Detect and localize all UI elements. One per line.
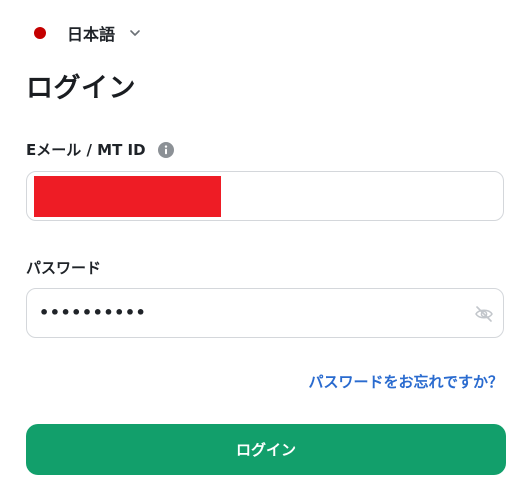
language-label: 日本語 — [67, 25, 116, 44]
japan-flag-icon — [34, 27, 46, 39]
page-title: ログイン — [26, 73, 136, 104]
eye-slash-icon[interactable] — [474, 305, 494, 323]
password-field-label: パスワード — [26, 259, 102, 277]
info-glyph — [164, 144, 167, 154]
email-field-label-row: Eメール / MT ID — [26, 139, 174, 160]
login-button[interactable]: ログイン — [26, 424, 506, 475]
email-field-label: Eメール / MT ID — [26, 141, 146, 159]
language-selector[interactable]: 日本語 — [27, 20, 142, 46]
password-masked-value: •••••••••• — [39, 303, 147, 322]
chevron-down-icon — [130, 30, 140, 36]
password-input[interactable]: •••••••••• — [26, 288, 504, 338]
email-input[interactable] — [26, 171, 504, 221]
forgot-password-link[interactable]: パスワードをお忘れですか？ — [308, 371, 503, 392]
redacted-email-value — [34, 176, 221, 217]
info-icon[interactable] — [157, 141, 174, 158]
